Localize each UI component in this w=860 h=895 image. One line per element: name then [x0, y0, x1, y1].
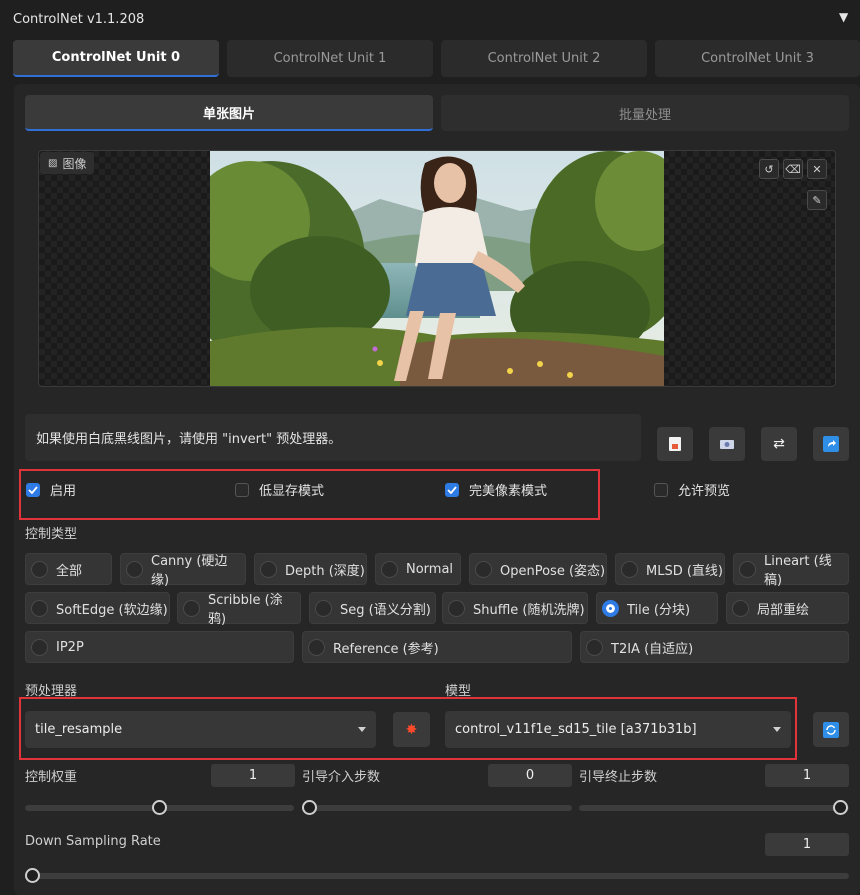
- tab-unit-1[interactable]: ControlNet Unit 1: [227, 40, 433, 77]
- document-icon: [669, 437, 681, 451]
- checkbox-unchecked-icon: [235, 482, 249, 497]
- end-step-slider-track[interactable]: [579, 805, 849, 811]
- radio-icon: [126, 560, 143, 578]
- tab-unit-3[interactable]: ControlNet Unit 3: [655, 40, 860, 77]
- invert-hint: 如果使用白底黑线图片，请使用 "invert" 预处理器。: [25, 414, 641, 461]
- radio-icon: [381, 560, 398, 578]
- control-type-softedge[interactable]: SoftEdge (软边缘): [25, 592, 170, 624]
- send-dimensions-button[interactable]: [813, 427, 849, 461]
- camera-icon: [720, 440, 734, 449]
- start-step-slider-handle[interactable]: [302, 800, 317, 815]
- control-type-scribble[interactable]: Scribble (涂鸦): [177, 592, 301, 627]
- control-type-canny[interactable]: Canny (硬边缘): [120, 553, 246, 588]
- radio-icon: [621, 560, 638, 578]
- allow-preview-checkbox[interactable]: 允许预览: [654, 480, 730, 499]
- weight-slider-handle[interactable]: [152, 800, 167, 815]
- radio-icon: [732, 599, 749, 617]
- radio-icon: [183, 599, 200, 617]
- control-type-seg[interactable]: Seg (语义分割): [309, 592, 436, 624]
- radio-icon: [31, 638, 48, 656]
- pixel-perfect-checkbox[interactable]: 完美像素模式: [445, 480, 547, 499]
- control-type-openpose[interactable]: OpenPose (姿态): [469, 553, 607, 585]
- down-sampling-slider-handle[interactable]: [25, 868, 40, 883]
- radio-icon: [308, 638, 325, 656]
- webcam-button[interactable]: [709, 427, 745, 461]
- tab-single-image[interactable]: 单张图片: [25, 95, 433, 131]
- control-type-lineart[interactable]: Lineart (线稿): [733, 553, 849, 588]
- radio-icon: [31, 560, 48, 578]
- down-sampling-input[interactable]: 1: [765, 833, 849, 856]
- down-sampling-label: Down Sampling Rate: [25, 834, 161, 849]
- radio-icon: [739, 560, 756, 578]
- rotate-icon[interactable]: ↺: [759, 159, 779, 179]
- checkbox-checked-icon: [26, 482, 40, 497]
- control-type-ip2p[interactable]: IP2P: [25, 631, 294, 663]
- enable-checkbox[interactable]: 启用: [26, 480, 76, 499]
- control-type-depth[interactable]: Depth (深度): [254, 553, 367, 585]
- explosion-icon: ✸: [405, 721, 418, 738]
- uploaded-photo: [210, 151, 664, 386]
- control-type-shuffle[interactable]: Shuffle (随机洗牌): [442, 592, 588, 624]
- eraser-icon[interactable]: ⌫: [783, 159, 803, 179]
- preprocessor-select[interactable]: tile_resample: [25, 711, 376, 748]
- end-step-label: 引导终止步数: [579, 770, 658, 785]
- send-icon: [823, 436, 839, 452]
- refresh-icon: [823, 721, 839, 738]
- model-select[interactable]: control_v11f1e_sd15_tile [a371b31b]: [445, 711, 791, 748]
- radio-icon: [586, 638, 603, 656]
- control-type-tile[interactable]: Tile (分块): [596, 592, 718, 624]
- tab-batch[interactable]: 批量处理: [441, 95, 849, 131]
- extension-title: ControlNet v1.1.208: [13, 12, 145, 27]
- refresh-models-button[interactable]: [813, 712, 849, 747]
- image-icon: ▨: [48, 157, 58, 169]
- run-preprocessor-button[interactable]: ✸: [393, 712, 430, 747]
- close-icon[interactable]: ✕: [807, 159, 827, 179]
- brush-icon[interactable]: ✎: [807, 190, 827, 210]
- checkbox-checked-icon: [445, 482, 459, 497]
- control-type-all[interactable]: 全部: [25, 553, 112, 585]
- end-step-input[interactable]: 1: [765, 764, 849, 787]
- chevron-down-icon: [358, 727, 366, 732]
- radio-icon: [315, 599, 332, 617]
- end-step-slider-handle[interactable]: [833, 800, 848, 815]
- tab-unit-2[interactable]: ControlNet Unit 2: [441, 40, 647, 77]
- weight-label: 控制权重: [25, 770, 78, 785]
- collapse-toggle-icon[interactable]: ▼: [839, 10, 848, 24]
- lowvram-checkbox[interactable]: 低显存模式: [235, 480, 324, 499]
- radio-selected-icon: [602, 599, 619, 617]
- start-step-label: 引导介入步数: [302, 770, 381, 785]
- start-step-slider-track[interactable]: [302, 805, 572, 811]
- radio-icon: [448, 599, 465, 617]
- radio-icon: [475, 560, 492, 578]
- start-step-input[interactable]: 0: [488, 764, 572, 787]
- radio-icon: [260, 560, 277, 578]
- swap-icon: ⇄: [773, 436, 785, 452]
- control-type-inpaint[interactable]: 局部重绘: [726, 592, 849, 624]
- down-sampling-slider-track[interactable]: [25, 873, 849, 879]
- mirror-webcam-button[interactable]: ⇄: [761, 427, 797, 461]
- radio-icon: [31, 599, 48, 617]
- checkbox-unchecked-icon: [654, 482, 668, 497]
- control-type-t2ia[interactable]: T2IA (自适应): [580, 631, 849, 663]
- control-type-normal[interactable]: Normal: [375, 553, 461, 585]
- image-label: ▨ 图像: [40, 152, 95, 174]
- chevron-down-icon: [773, 727, 781, 732]
- weight-input[interactable]: 1: [211, 764, 295, 787]
- control-type-label: 控制类型: [25, 527, 78, 542]
- control-type-reference[interactable]: Reference (参考): [302, 631, 572, 663]
- control-type-mlsd[interactable]: MLSD (直线): [615, 553, 725, 585]
- tab-unit-0[interactable]: ControlNet Unit 0: [13, 40, 219, 77]
- new-canvas-button[interactable]: [657, 427, 693, 461]
